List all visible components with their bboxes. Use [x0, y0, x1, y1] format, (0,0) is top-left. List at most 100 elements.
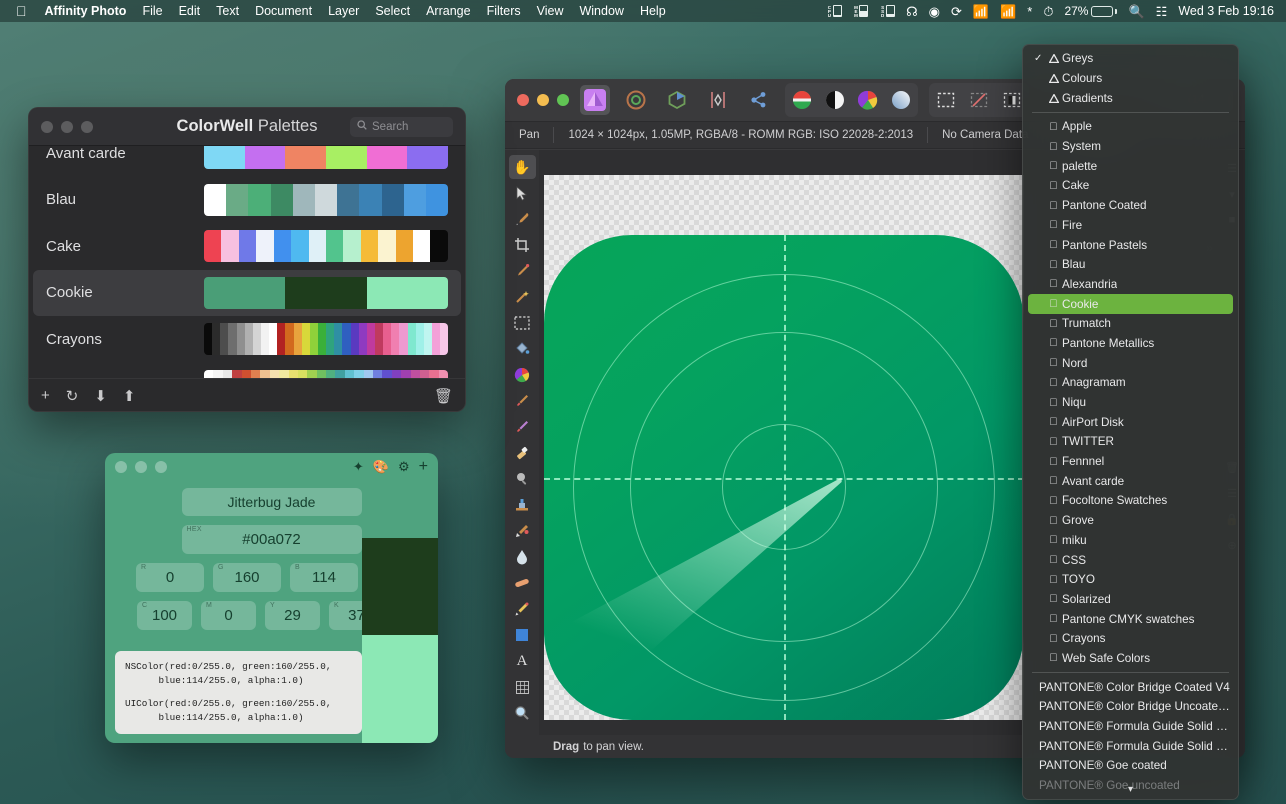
menu-file[interactable]: File [134, 4, 170, 18]
menu-item-miku[interactable]: miku [1028, 531, 1233, 551]
menu-item-toyo[interactable]: TOYO [1028, 570, 1233, 590]
palette-dropdown-menu[interactable]: ✓GreysColoursGradientsAppleSystempale… [1022, 44, 1239, 800]
menu-item-system[interactable]: System [1028, 137, 1233, 157]
menu-help[interactable]: Help [632, 4, 674, 18]
palette-row[interactable]: Blau [33, 177, 461, 224]
color-wheel-icon[interactable] [787, 85, 817, 115]
swatch-dark-preview[interactable] [362, 538, 438, 635]
airport-signal-icon[interactable]: 📶 [973, 5, 989, 18]
palette-color-strip[interactable] [204, 370, 448, 378]
colorwell-minimize-button[interactable] [61, 121, 73, 133]
crop-tool[interactable] [509, 233, 536, 257]
swatch-light-preview[interactable] [362, 635, 438, 743]
blur-tool[interactable] [509, 519, 536, 543]
menu-item-pantone-4[interactable]: PANTONE® Goe coated [1028, 756, 1233, 776]
liquify-persona-icon[interactable] [621, 85, 651, 115]
color-wheel-tool[interactable] [509, 363, 536, 387]
water-drop-tool[interactable] [509, 545, 536, 569]
eyedropper-tool[interactable] [509, 207, 536, 231]
smudge-brush-tool[interactable] [509, 415, 536, 439]
colorwell-close-button[interactable] [41, 121, 53, 133]
dodge-tool[interactable] [509, 467, 536, 491]
menu-item-alexandria[interactable]: Alexandria [1028, 275, 1233, 295]
menu-item-airport-disk[interactable]: AirPort Disk [1028, 412, 1233, 432]
magenta-field[interactable]: M 0 [201, 601, 256, 630]
rectangle-tool[interactable] [509, 623, 536, 647]
hex-field[interactable]: HEX #00a072 [182, 525, 362, 554]
ssd-monitor-icon[interactable]: SSD [879, 5, 895, 17]
menu-item-pantone-0[interactable]: PANTONE® Color Bridge Coated V4 [1028, 677, 1233, 697]
menu-item-pantone-2[interactable]: PANTONE® Formula Guide Solid Coated V4 [1028, 717, 1233, 737]
wifi-icon[interactable]: 📶 [1000, 5, 1016, 18]
close-button[interactable] [517, 94, 529, 106]
time-machine-icon[interactable]: ⏱ [1043, 5, 1053, 18]
palette-color-strip[interactable] [204, 277, 448, 309]
minimize-button[interactable] [537, 94, 549, 106]
search-field[interactable]: Search [350, 117, 453, 137]
menu-item-fire[interactable]: Fire [1028, 216, 1233, 236]
apple-menu-icon[interactable]:  [16, 4, 27, 18]
menu-item-avant-carde[interactable]: Avant carde [1028, 471, 1233, 491]
menu-item-web-safe-colors[interactable]: Web Safe Colors [1028, 649, 1233, 669]
delete-palette-button[interactable]: 🗑 [434, 387, 453, 405]
yellow-field[interactable]: Y 29 [265, 601, 320, 630]
palette-row[interactable]: Crayons [33, 316, 461, 363]
refresh-palette-button[interactable]: ↻ [66, 387, 79, 405]
menu-item-trumatch[interactable]: Trumatch [1028, 314, 1233, 334]
blue-field[interactable]: B 114 [290, 563, 358, 592]
colorwell-traffic-lights[interactable] [41, 121, 93, 133]
menu-item-apple[interactable]: Apple [1028, 117, 1233, 137]
mesh-warp-tool[interactable] [509, 675, 536, 699]
menu-item-colours[interactable]: Colours [1028, 69, 1233, 89]
menu-text[interactable]: Text [208, 4, 247, 18]
deselect-icon[interactable] [964, 85, 994, 115]
paint-bucket-tool[interactable] [509, 337, 536, 361]
menu-item-greys[interactable]: ✓Greys [1028, 49, 1233, 69]
menu-item-pantone-1[interactable]: PANTONE® Color Bridge Uncoated V4 [1028, 697, 1233, 717]
menu-window[interactable]: Window [571, 4, 631, 18]
menu-item-anagramam[interactable]: Anagramam [1028, 373, 1233, 393]
menu-item-pantone-metallics[interactable]: Pantone Metallics [1028, 334, 1233, 354]
plus-icon[interactable]: + [419, 458, 428, 476]
menu-item-grove[interactable]: Grove [1028, 511, 1233, 531]
battery-status[interactable]: 27% [1064, 4, 1117, 18]
zoom-tool[interactable] [509, 701, 536, 725]
color-detail-maximize-button[interactable] [155, 461, 167, 473]
menu-app-name[interactable]: Affinity Photo [37, 4, 135, 18]
menu-item-solarized[interactable]: Solarized [1028, 590, 1233, 610]
clone-stamp-tool[interactable] [509, 493, 536, 517]
menu-item-niqu[interactable]: Niqu [1028, 393, 1233, 413]
marquee-select-tool[interactable] [509, 311, 536, 335]
menu-item-pantone-cmyk-swatches[interactable]: Pantone CMYK swatches [1028, 609, 1233, 629]
red-field[interactable]: R 0 [136, 563, 204, 592]
add-palette-button[interactable]: + [41, 387, 50, 404]
colorwell-palettes-window[interactable]: ColorWell Palettes Search Avant cardeBla… [28, 107, 466, 412]
tone-mapping-persona-icon[interactable] [703, 85, 733, 115]
control-center-icon[interactable]: ☷ [1156, 5, 1168, 18]
select-all-icon[interactable] [931, 85, 961, 115]
media-play-icon[interactable]: ◉ [929, 5, 940, 18]
develop-persona-icon[interactable] [662, 85, 692, 115]
menu-item-blau[interactable]: Blau [1028, 255, 1233, 275]
menu-item-pantone-coated[interactable]: Pantone Coated [1028, 196, 1233, 216]
color-detail-minimize-button[interactable] [135, 461, 147, 473]
palette-color-strip[interactable] [204, 184, 448, 216]
menu-item-pantone-3[interactable]: PANTONE® Formula Guide Solid Uncoated V4 [1028, 736, 1233, 756]
import-palette-button[interactable]: ⬇ [94, 387, 107, 405]
cyan-field[interactable]: C 100 [137, 601, 192, 630]
menu-item-pantone-pastels[interactable]: Pantone Pastels [1028, 235, 1233, 255]
palette-row[interactable]: Cookie [33, 270, 461, 317]
menu-item-gradients[interactable]: Gradients [1028, 88, 1233, 108]
menu-item-twitter[interactable]: TWITTER [1028, 432, 1233, 452]
menu-bar-clock[interactable]: Wed 3 Feb 19:16 [1178, 4, 1274, 18]
eraser-tool[interactable] [509, 441, 536, 465]
share-icon[interactable] [744, 85, 774, 115]
menu-edit[interactable]: Edit [171, 4, 209, 18]
menu-layer[interactable]: Layer [320, 4, 367, 18]
color-detail-window[interactable]: ✦ 🎨 ⚙ + Jitterbug Jade HEX #00a072 R 0 G… [105, 453, 438, 743]
palette-icon[interactable]: 🎨 [373, 459, 389, 475]
palette-color-strip[interactable] [204, 146, 448, 169]
hand-tool[interactable]: ✋ [509, 155, 536, 179]
palette-row[interactable]: CSS [33, 363, 461, 379]
menu-document[interactable]: Document [247, 4, 320, 18]
